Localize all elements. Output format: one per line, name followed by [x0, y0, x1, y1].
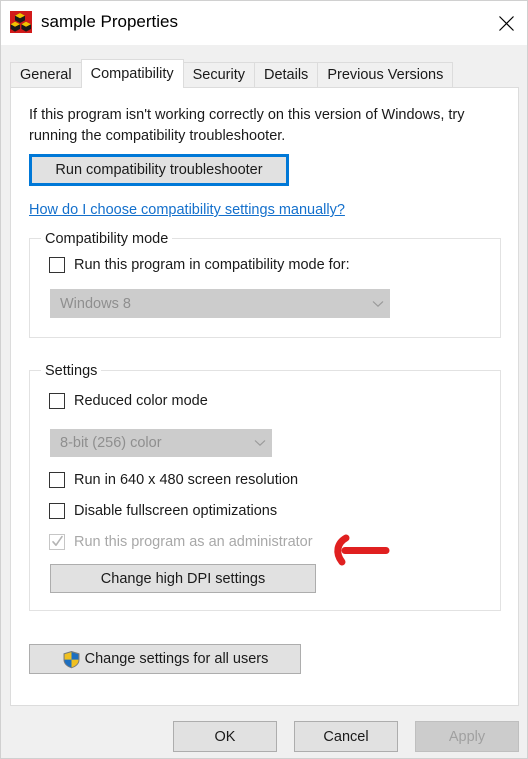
reduced-color-mode-label: Reduced color mode	[74, 393, 208, 409]
tab-previous-versions[interactable]: Previous Versions	[317, 62, 454, 87]
checkmark-icon	[52, 535, 63, 546]
run-compatibility-troubleshooter-button[interactable]: Run compatibility troubleshooter	[29, 154, 289, 186]
run-as-administrator-label: Run this program as an administrator	[74, 534, 313, 550]
ok-button[interactable]: OK	[173, 721, 277, 752]
low-resolution-checkbox[interactable]	[49, 472, 65, 488]
settings-group-title: Settings	[41, 362, 102, 380]
tab-general[interactable]: General	[10, 62, 82, 87]
close-icon[interactable]	[483, 1, 527, 45]
tab-compatibility[interactable]: Compatibility	[80, 59, 184, 88]
application-blocks-icon	[9, 10, 33, 34]
run-in-compatibility-mode-row[interactable]: Run this program in compatibility mode f…	[49, 257, 350, 273]
color-depth-dropdown[interactable]: 8-bit (256) color	[50, 429, 272, 457]
properties-dialog: sample Properties General Compatibility …	[0, 0, 528, 759]
compatibility-os-dropdown[interactable]: Windows 8	[50, 289, 390, 318]
change-settings-for-all-users-label: Change settings for all users	[84, 651, 269, 667]
window-title: sample Properties	[41, 12, 179, 31]
reduced-color-mode-row[interactable]: Reduced color mode	[49, 393, 208, 409]
chevron-down-icon	[249, 439, 271, 447]
color-depth-dropdown-value: 8-bit (256) color	[60, 435, 162, 451]
compatibility-mode-group: Compatibility mode Run this program in c…	[29, 230, 501, 338]
tab-strip: General Compatibility Security Details P…	[10, 59, 454, 88]
cancel-button[interactable]: Cancel	[294, 721, 398, 752]
compatibility-os-dropdown-value: Windows 8	[60, 295, 131, 312]
compatibility-help-link[interactable]: How do I choose compatibility settings m…	[29, 202, 345, 218]
settings-group: Settings Reduced color mode 8-bit (256) …	[29, 362, 501, 611]
run-as-administrator-checkbox	[49, 534, 65, 550]
change-high-dpi-settings-button[interactable]: Change high DPI settings	[50, 564, 316, 593]
run-as-administrator-row: Run this program as an administrator	[49, 534, 313, 550]
disable-fullscreen-checkbox[interactable]	[49, 503, 65, 519]
tab-details[interactable]: Details	[253, 62, 319, 87]
disable-fullscreen-row[interactable]: Disable fullscreen optimizations	[49, 503, 277, 519]
chevron-down-icon	[367, 300, 389, 308]
dialog-footer: OK Cancel Apply	[1, 707, 527, 758]
compatibility-description: If this program isn't working correctly …	[29, 107, 465, 144]
low-resolution-row[interactable]: Run in 640 x 480 screen resolution	[49, 472, 298, 488]
disable-fullscreen-label: Disable fullscreen optimizations	[74, 503, 278, 519]
run-in-compatibility-mode-checkbox[interactable]	[49, 257, 65, 273]
compatibility-mode-group-title: Compatibility mode	[41, 230, 173, 248]
reduced-color-mode-checkbox[interactable]	[49, 393, 65, 409]
title-bar: sample Properties	[1, 1, 527, 45]
uac-shield-icon	[62, 650, 81, 669]
apply-button: Apply	[415, 721, 519, 752]
change-settings-for-all-users-button[interactable]: Change settings for all users	[29, 644, 301, 674]
tab-security[interactable]: Security	[182, 62, 255, 87]
compatibility-tab-panel: If this program isn't working correctly …	[10, 87, 519, 706]
low-resolution-label: Run in 640 x 480 screen resolution	[74, 472, 299, 488]
run-in-compatibility-mode-label: Run this program in compatibility mode f…	[74, 257, 350, 273]
